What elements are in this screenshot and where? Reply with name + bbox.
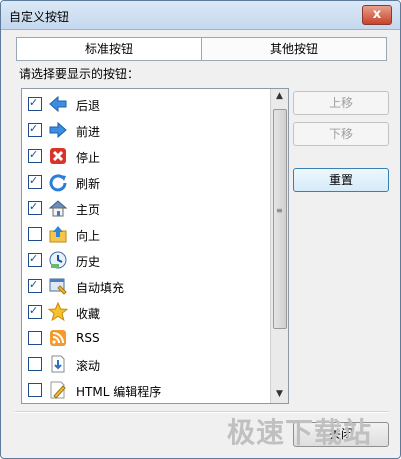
button-list[interactable]: 后退 前进 停止 刷新 主页 向上 历史 bbox=[21, 88, 289, 404]
list-item[interactable]: 主页 bbox=[22, 195, 267, 221]
list-item[interactable]: 滚动 bbox=[22, 351, 267, 377]
list-item[interactable]: 向上 bbox=[22, 221, 267, 247]
back-arrow-icon bbox=[49, 95, 67, 113]
list-item-label: 主页 bbox=[76, 203, 101, 217]
up-folder-icon bbox=[49, 226, 67, 243]
list-scrollbar[interactable]: ▲ ≡ ▼ bbox=[270, 89, 288, 403]
watermark-text: 极速下载站 bbox=[227, 416, 373, 449]
move-up-button[interactable]: 上移 bbox=[293, 91, 389, 115]
home-icon bbox=[48, 200, 68, 217]
close-icon: x bbox=[372, 7, 382, 22]
list-item[interactable]: 自动填充 bbox=[22, 273, 267, 299]
tab-divider bbox=[16, 60, 386, 61]
list-item[interactable]: 后退 bbox=[22, 91, 267, 117]
checkbox[interactable] bbox=[28, 148, 42, 163]
list-item-label: 自动填充 bbox=[76, 281, 125, 295]
list-item-label: 历史 bbox=[76, 255, 101, 269]
section-label: 请选择要显示的按钮： bbox=[19, 67, 140, 81]
history-icon bbox=[49, 251, 67, 269]
list-item-label: 后退 bbox=[76, 99, 101, 113]
checkbox[interactable] bbox=[28, 174, 42, 189]
list-item-label: 停止 bbox=[76, 151, 101, 165]
list-item-label: 收藏 bbox=[76, 307, 101, 321]
tab-standard-buttons[interactable]: 标准按钮 bbox=[16, 37, 202, 61]
list-item-label: 刷新 bbox=[76, 177, 101, 191]
checkbox[interactable] bbox=[28, 96, 42, 111]
rss-icon bbox=[50, 330, 66, 346]
tab-bar: 标准按钮 其他按钮 bbox=[16, 37, 387, 61]
move-down-button[interactable]: 下移 bbox=[293, 122, 389, 146]
scroll-icon bbox=[51, 355, 65, 373]
list-item[interactable]: 历史 bbox=[22, 247, 267, 273]
checkbox[interactable] bbox=[28, 331, 42, 345]
list-item[interactable]: 停止 bbox=[22, 143, 267, 169]
checkbox[interactable] bbox=[28, 200, 42, 215]
checkbox[interactable] bbox=[28, 357, 42, 371]
list-item-label: 滚动 bbox=[76, 359, 101, 373]
checkbox[interactable] bbox=[28, 304, 42, 319]
forward-arrow-icon bbox=[49, 121, 67, 139]
refresh-icon bbox=[49, 174, 67, 192]
scroll-down-icon[interactable]: ▼ bbox=[272, 387, 287, 402]
close-window-button[interactable]: x bbox=[362, 5, 392, 25]
checkbox[interactable] bbox=[28, 278, 42, 293]
title-bar: 自定义按钮 x bbox=[1, 1, 400, 30]
list-item-label: 向上 bbox=[76, 229, 101, 243]
list-item-label: HTML 编辑程序 bbox=[76, 385, 162, 399]
window-title: 自定义按钮 bbox=[9, 10, 70, 24]
grip-icon: ≡ bbox=[276, 206, 283, 215]
scrollbar-thumb[interactable]: ≡ bbox=[273, 109, 287, 329]
checkbox[interactable] bbox=[28, 252, 42, 267]
list-item[interactable]: HTML 编辑程序 bbox=[22, 377, 267, 403]
favorites-star-icon bbox=[48, 302, 68, 322]
checkbox[interactable] bbox=[28, 383, 42, 397]
list-item[interactable]: 刷新 bbox=[22, 169, 267, 195]
checkbox[interactable] bbox=[28, 227, 42, 241]
autofill-icon bbox=[49, 278, 67, 295]
scroll-up-icon[interactable]: ▲ bbox=[272, 89, 287, 104]
stop-icon bbox=[50, 148, 66, 164]
checkbox[interactable] bbox=[28, 122, 42, 137]
list-item[interactable]: 收藏 bbox=[22, 299, 267, 325]
reset-button[interactable]: 重置 bbox=[293, 168, 389, 192]
html-editor-icon bbox=[50, 381, 66, 399]
list-item[interactable]: 前进 bbox=[22, 117, 267, 143]
list-item[interactable]: RSS bbox=[22, 325, 267, 351]
list-item-label: 前进 bbox=[76, 125, 101, 139]
tab-other-buttons[interactable]: 其他按钮 bbox=[201, 37, 387, 61]
list-item-label: RSS bbox=[76, 331, 100, 345]
dialog-window: 自定义按钮 x 标准按钮 其他按钮 请选择要显示的按钮： 后退 前进 停止 刷新 bbox=[0, 0, 401, 459]
